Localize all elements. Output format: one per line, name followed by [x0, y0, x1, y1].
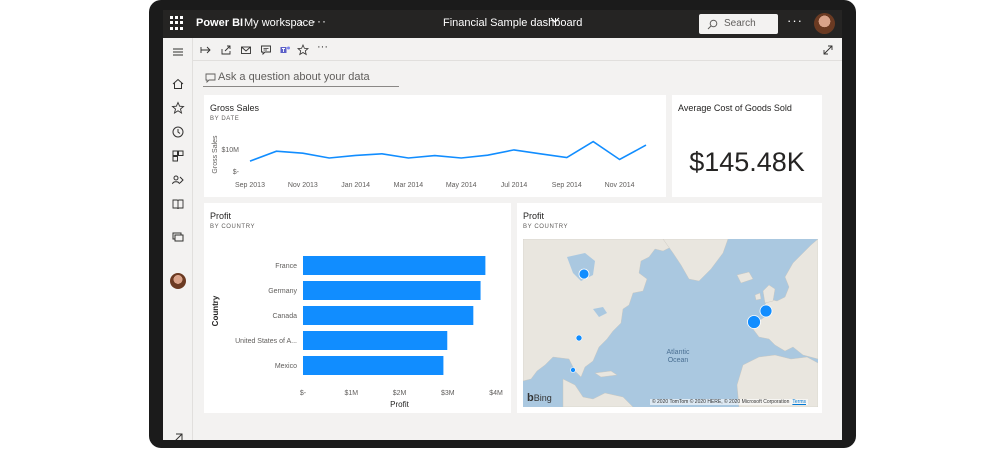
- top-bar: Power BI My workspace › ··· Financial Sa…: [163, 10, 842, 38]
- profit-bar-chart: France Germany Canada United States of A...…: [211, 256, 503, 409]
- chat-bubble-icon: [205, 73, 216, 83]
- tile-title: Profit: [523, 211, 545, 221]
- user-avatar[interactable]: [814, 13, 835, 34]
- breadcrumb-more-button[interactable]: ···: [312, 14, 327, 28]
- x-tick-label: Mar 2014: [394, 182, 424, 189]
- teams-icon[interactable]: [279, 43, 291, 55]
- y-axis-label: Gross Sales: [212, 135, 219, 174]
- profit-map[interactable]: Atlantic Ocean bBing © 2020 TomTom © 2020…: [523, 239, 818, 407]
- recent-clock-icon[interactable]: [171, 125, 185, 139]
- tile-profit-bar[interactable]: Profit BY COUNTRY France Germany Canada Uni…: [204, 203, 511, 413]
- shared-with-me-icon[interactable]: [171, 173, 185, 187]
- share-icon[interactable]: [220, 43, 232, 55]
- bar: [303, 306, 474, 325]
- land-south-america: [562, 378, 634, 407]
- powerbi-window: Power BI My workspace › ··· Financial Sa…: [163, 10, 842, 440]
- x-axis-label: Profit: [390, 400, 409, 409]
- land-iceland: [736, 271, 754, 284]
- land-caribbean: [594, 370, 618, 378]
- app-name[interactable]: Power BI: [196, 17, 243, 29]
- bubble-canada: [578, 268, 590, 280]
- bubble-france: [747, 315, 761, 329]
- learn-book-icon[interactable]: [171, 197, 185, 211]
- terms-link[interactable]: Terms: [792, 399, 806, 405]
- x-tick-label: $3M: [441, 390, 455, 397]
- qna-placeholder: Ask a question about your data: [218, 71, 370, 83]
- land-greenland: [662, 239, 729, 282]
- map-canvas: Atlantic Ocean: [523, 239, 818, 407]
- app-launcher-icon[interactable]: [170, 16, 184, 30]
- home-icon[interactable]: [171, 77, 185, 91]
- kpi-value: $145.48K: [689, 147, 805, 177]
- x-tick-label: Jul 2014: [501, 182, 528, 189]
- category-label: Canada: [272, 313, 297, 320]
- category-label: Mexico: [275, 363, 297, 370]
- x-tick-label: $-: [300, 390, 307, 397]
- x-tick-label: May 2014: [446, 182, 477, 189]
- workspaces-icon[interactable]: [171, 230, 185, 244]
- favorites-star-icon[interactable]: [171, 101, 185, 115]
- x-tick-label: $2M: [393, 390, 407, 397]
- more-actions-icon[interactable]: ···: [317, 42, 329, 55]
- tile-title: Average Cost of Goods Sold: [678, 103, 792, 113]
- bubble-united-states: [575, 334, 583, 342]
- bubble-mexico: [570, 367, 576, 373]
- chevron-right-icon: ›: [299, 15, 303, 29]
- hamburger-menu-icon[interactable]: [171, 45, 185, 59]
- tile-avg-cogs[interactable]: Average Cost of Goods Sold $145.48K: [672, 95, 822, 197]
- left-nav: [163, 38, 193, 440]
- x-tick-label: $4M: [489, 390, 503, 397]
- favorite-star-icon[interactable]: [297, 43, 309, 56]
- y-tick-label: $10M: [221, 147, 239, 154]
- action-bar: ···: [193, 38, 842, 61]
- email-subscribe-icon[interactable]: [240, 43, 252, 55]
- search-icon: [707, 19, 718, 30]
- x-tick-label: Nov 2013: [288, 182, 318, 189]
- x-tick-label: Nov 2014: [605, 182, 635, 189]
- x-tick-label: $1M: [344, 390, 358, 397]
- land-uk: [762, 284, 776, 304]
- bar: [303, 356, 444, 375]
- more-options-button[interactable]: ···: [787, 13, 803, 28]
- bubble-germany: [759, 304, 773, 318]
- x-tick-label: Jan 2014: [341, 182, 370, 189]
- fullscreen-icon[interactable]: [822, 43, 834, 55]
- bing-logo: bBing: [527, 392, 552, 404]
- tile-profit-map[interactable]: Profit BY COUNTRY Atlantic Ocean bBing ©…: [517, 203, 822, 413]
- category-label: France: [275, 263, 297, 270]
- gross-sales-line: [249, 140, 647, 162]
- workspace-avatar[interactable]: [170, 273, 186, 289]
- tile-subtitle: BY COUNTRY: [523, 224, 569, 230]
- ocean-label: Atlantic Ocean: [667, 349, 690, 364]
- bar: [303, 331, 448, 350]
- breadcrumb-workspace[interactable]: My workspace: [244, 17, 314, 29]
- qna-input[interactable]: Ask a question about your data: [203, 70, 399, 87]
- gross-sales-line-chart: $10M $- Gross Sales Sep 2013 Nov 2013 Jan 201…: [212, 135, 647, 189]
- x-tick-label: Sep 2014: [552, 182, 582, 189]
- expand-arrow-icon[interactable]: [171, 431, 185, 440]
- land-europe: [752, 239, 818, 360]
- search-box[interactable]: Search: [699, 14, 778, 34]
- bar: [303, 281, 481, 300]
- category-label: Germany: [268, 288, 297, 295]
- y-axis-label: Country: [211, 295, 220, 326]
- land-ireland: [754, 292, 762, 301]
- map-attribution: © 2020 TomTom © 2020 HERE, © 2020 Micros…: [649, 399, 808, 405]
- apps-icon[interactable]: [171, 149, 185, 163]
- category-label: United States of A...: [235, 338, 297, 345]
- search-placeholder: Search: [724, 18, 756, 29]
- expand-pane-icon[interactable]: [200, 43, 212, 55]
- y-tick-label: $-: [233, 169, 240, 176]
- dashboard-title[interactable]: Financial Sample dashboard: [443, 17, 582, 29]
- tile-gross-sales[interactable]: Gross Sales BY DATE $10M $- Gross Sales Sep…: [204, 95, 666, 197]
- x-tick-label: Sep 2013: [235, 182, 265, 189]
- comments-icon[interactable]: [260, 43, 272, 56]
- bar: [303, 256, 486, 275]
- chevron-down-icon[interactable]: [550, 15, 560, 25]
